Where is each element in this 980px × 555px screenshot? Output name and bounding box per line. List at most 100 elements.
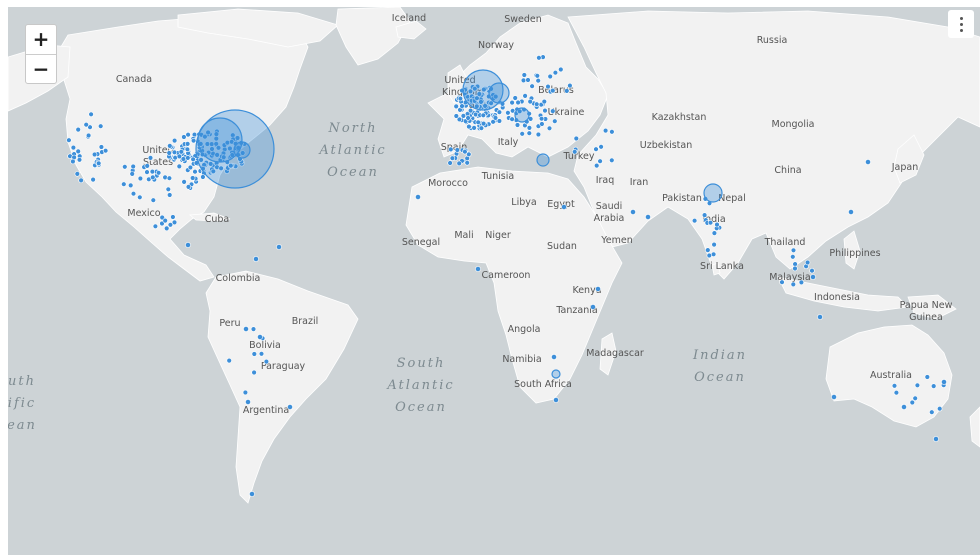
location-marker[interactable] (848, 209, 854, 215)
location-marker[interactable] (798, 279, 805, 286)
location-marker[interactable] (536, 55, 542, 61)
location-marker[interactable] (865, 159, 871, 165)
location-marker[interactable] (545, 83, 551, 90)
world-map[interactable]: Iceland Sweden Russia Canada Norway Unit… (8, 7, 980, 555)
location-marker[interactable] (90, 176, 96, 183)
location-marker[interactable] (185, 242, 191, 248)
location-marker[interactable] (167, 192, 173, 198)
location-marker[interactable] (475, 119, 481, 126)
location-marker[interactable] (85, 132, 92, 139)
location-marker[interactable] (891, 383, 898, 389)
location-marker[interactable] (190, 156, 196, 163)
location-marker[interactable] (88, 111, 94, 118)
location-marker[interactable] (691, 218, 698, 224)
location-marker[interactable] (276, 244, 282, 250)
location-marker[interactable] (464, 160, 470, 166)
location-marker[interactable] (711, 230, 718, 236)
location-marker[interactable] (645, 214, 651, 220)
location-marker[interactable] (253, 256, 259, 262)
location-marker[interactable] (162, 174, 168, 181)
location-marker[interactable] (243, 326, 249, 332)
location-marker[interactable] (790, 254, 796, 260)
location-marker[interactable] (810, 274, 816, 280)
location-marker[interactable] (534, 73, 540, 79)
location-marker[interactable] (83, 121, 89, 128)
location-marker[interactable] (541, 98, 547, 105)
location-marker[interactable] (166, 175, 173, 181)
location-marker[interactable] (178, 149, 185, 155)
location-marker[interactable] (701, 212, 708, 218)
location-marker[interactable] (78, 177, 84, 184)
location-marker[interactable] (706, 252, 712, 259)
location-marker[interactable] (171, 137, 178, 144)
location-marker[interactable] (453, 103, 459, 110)
location-marker[interactable] (184, 146, 191, 153)
location-marker[interactable] (598, 144, 604, 150)
location-marker[interactable] (129, 171, 135, 177)
location-marker[interactable] (790, 247, 797, 254)
location-marker[interactable] (924, 374, 930, 380)
location-marker[interactable] (181, 134, 187, 140)
location-marker[interactable] (552, 118, 558, 124)
location-marker[interactable] (130, 163, 136, 170)
location-marker[interactable] (515, 99, 521, 106)
location-marker[interactable] (480, 112, 486, 119)
location-marker[interactable] (200, 174, 206, 180)
location-marker[interactable] (514, 122, 521, 128)
location-marker[interactable] (453, 113, 459, 119)
location-marker[interactable] (539, 121, 545, 127)
location-marker[interactable] (152, 223, 159, 230)
location-marker[interactable] (449, 155, 456, 161)
location-marker[interactable] (525, 77, 531, 83)
location-marker[interactable] (192, 169, 198, 175)
location-marker[interactable] (831, 394, 837, 400)
map-canvas[interactable]: Iceland Sweden Russia Canada Norway Unit… (8, 7, 980, 555)
location-marker[interactable] (564, 88, 570, 94)
location-marker[interactable] (171, 219, 178, 226)
location-marker[interactable] (251, 351, 258, 357)
location-marker[interactable] (75, 126, 81, 133)
location-marker[interactable] (76, 157, 83, 163)
location-marker[interactable] (550, 87, 556, 94)
location-marker[interactable] (597, 158, 603, 164)
location-marker[interactable] (609, 157, 615, 164)
location-marker[interactable] (527, 98, 533, 105)
location-marker[interactable] (535, 131, 542, 138)
location-marker[interactable] (257, 334, 263, 340)
location-marker[interactable] (122, 164, 128, 170)
location-marker[interactable] (150, 174, 156, 181)
location-marker[interactable] (505, 110, 511, 116)
location-marker[interactable] (465, 115, 471, 121)
location-marker[interactable] (448, 146, 454, 153)
location-marker[interactable] (552, 69, 559, 76)
location-marker[interactable] (91, 151, 98, 158)
location-marker[interactable] (496, 109, 503, 115)
location-marker[interactable] (456, 160, 462, 167)
location-marker[interactable] (181, 179, 187, 185)
location-marker[interactable] (817, 314, 823, 320)
location-marker[interactable] (263, 358, 270, 365)
location-marker[interactable] (447, 160, 453, 166)
location-marker[interactable] (473, 111, 479, 118)
location-marker[interactable] (936, 406, 943, 412)
location-marker[interactable] (95, 160, 102, 167)
location-marker[interactable] (567, 82, 573, 89)
location-marker[interactable] (488, 82, 510, 104)
location-marker[interactable] (144, 169, 150, 175)
location-marker[interactable] (187, 164, 194, 171)
location-marker[interactable] (790, 281, 796, 288)
location-marker[interactable] (912, 395, 918, 401)
location-marker[interactable] (804, 259, 811, 266)
location-marker[interactable] (526, 125, 533, 131)
location-marker[interactable] (558, 66, 564, 73)
location-marker[interactable] (137, 194, 143, 201)
location-marker[interactable] (893, 390, 900, 396)
location-marker[interactable] (509, 116, 515, 122)
location-marker[interactable] (707, 220, 714, 226)
location-marker[interactable] (590, 304, 596, 310)
location-marker[interactable] (553, 397, 559, 403)
location-marker[interactable] (571, 149, 578, 155)
location-marker[interactable] (703, 183, 723, 203)
location-marker[interactable] (792, 261, 798, 267)
location-marker[interactable] (779, 279, 785, 285)
